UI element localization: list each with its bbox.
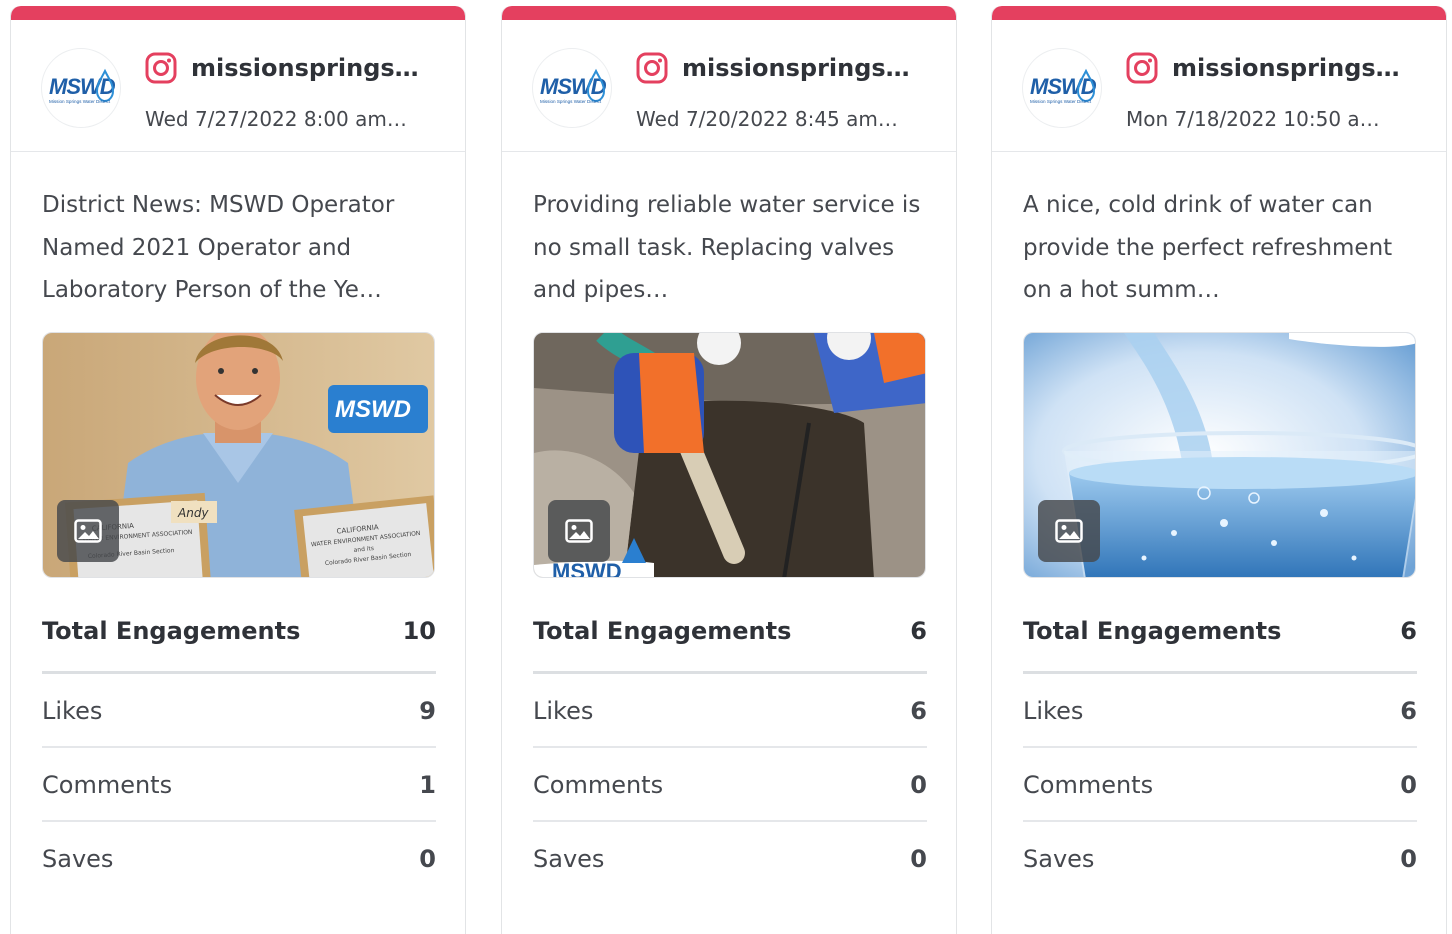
post-date: Mon 7/18/2022 10:50 a… <box>1126 107 1380 131</box>
post-stats: Total Engagements 6 Likes 6 Comments 0 S… <box>533 598 927 896</box>
svg-text:Andy: Andy <box>177 506 209 520</box>
media-type-badge <box>1038 500 1100 562</box>
post-header: MSWD Mission Springs Water District miss… <box>11 20 465 152</box>
svg-text:MSWD: MSWD <box>540 74 607 99</box>
post-card[interactable]: MSWD Mission Springs Water District miss… <box>501 6 957 934</box>
post-date: Wed 7/27/2022 8:00 am… <box>145 107 407 131</box>
mswd-logo-icon: MSWD Mission Springs Water District <box>540 68 608 104</box>
network-color-bar <box>992 6 1446 20</box>
avatar[interactable]: MSWD Mission Springs Water District <box>1022 48 1102 128</box>
stat-saves: Saves 0 <box>42 845 436 873</box>
post-caption: District News: MSWD Operator Named 2021 … <box>42 192 395 303</box>
media-type-badge <box>57 500 119 562</box>
stat-saves: Saves 0 <box>1023 845 1417 873</box>
instagram-icon <box>145 52 177 84</box>
post-image[interactable]: MSWD CALIFORNIA WATER ENVIRONMENT ASSOCI… <box>42 332 435 578</box>
stat-total-engagements: Total Engagements 6 <box>1023 598 1417 674</box>
post-image[interactable] <box>1023 332 1416 578</box>
media-type-badge <box>548 500 610 562</box>
avatar[interactable]: MSWD Mission Springs Water District <box>41 48 121 128</box>
post-image[interactable]: MSWD <box>533 332 926 578</box>
network-color-bar <box>11 6 465 20</box>
stat-comments: Comments 0 <box>1023 748 1417 822</box>
account-handle[interactable]: missionsprings… <box>682 50 932 86</box>
stat-total-engagements: Total Engagements 10 <box>42 598 436 674</box>
post-header: MSWD Mission Springs Water District miss… <box>502 20 956 152</box>
post-grid: MSWD Mission Springs Water District miss… <box>0 0 1452 934</box>
post-stats: Total Engagements 6 Likes 6 Comments 0 S… <box>1023 598 1417 896</box>
stat-total-engagements: Total Engagements 6 <box>533 598 927 674</box>
post-header: MSWD Mission Springs Water District miss… <box>992 20 1446 152</box>
instagram-icon <box>636 52 668 84</box>
post-date: Wed 7/20/2022 8:45 am… <box>636 107 898 131</box>
mswd-logo-icon: MSWD Mission Springs Water District <box>49 68 117 104</box>
stat-likes: Likes 9 <box>42 674 436 748</box>
image-icon <box>1055 519 1083 543</box>
stat-saves: Saves 0 <box>533 845 927 873</box>
post-card[interactable]: MSWD Mission Springs Water District miss… <box>10 6 466 934</box>
account-handle[interactable]: missionsprings… <box>191 50 441 86</box>
stat-likes: Likes 6 <box>533 674 927 748</box>
svg-text:MSWD: MSWD <box>1030 74 1097 99</box>
post-caption: Providing reliable water service is no s… <box>533 192 921 303</box>
image-icon <box>74 519 102 543</box>
mswd-logo-icon: MSWD Mission Springs Water District <box>1030 68 1098 104</box>
post-stats: Total Engagements 10 Likes 9 Comments 1 … <box>42 598 436 896</box>
account-handle[interactable]: missionsprings… <box>1172 50 1422 86</box>
instagram-icon <box>1126 52 1158 84</box>
stat-comments: Comments 0 <box>533 748 927 822</box>
svg-text:Mission Springs Water District: Mission Springs Water District <box>49 99 111 104</box>
avatar[interactable]: MSWD Mission Springs Water District <box>532 48 612 128</box>
svg-text:MSWD: MSWD <box>335 396 411 423</box>
stat-comments: Comments 1 <box>42 748 436 822</box>
svg-text:Mission Springs Water District: Mission Springs Water District <box>540 99 602 104</box>
svg-text:MSWD: MSWD <box>49 74 116 99</box>
network-color-bar <box>502 6 956 20</box>
image-icon <box>565 519 593 543</box>
svg-text:Mission Springs Water District: Mission Springs Water District <box>1030 99 1092 104</box>
stat-likes: Likes 6 <box>1023 674 1417 748</box>
post-caption: A nice, cold drink of water can provide … <box>1023 192 1393 303</box>
post-card[interactable]: MSWD Mission Springs Water District miss… <box>991 6 1447 934</box>
